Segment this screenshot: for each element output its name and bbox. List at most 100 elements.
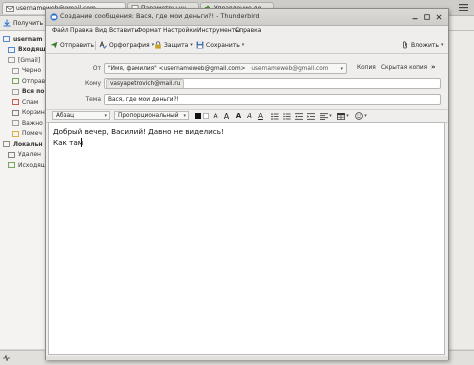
get-mail-button[interactable]: Получить [3,19,43,27]
maximize-icon [424,13,430,20]
from-selector[interactable]: "Имя, фамилия" <usernameweb@gmail.com> u… [104,63,347,74]
indent-button[interactable] [306,111,316,121]
align-button[interactable]: ▾ [319,111,333,121]
inbox-icon [8,46,15,53]
chevron-down-icon: ▾ [364,113,367,119]
paragraph-format-select[interactable]: Абзац ▾ [52,111,110,120]
emoticon-button[interactable]: ▾ [354,111,368,121]
subject-label: Тема [85,96,101,103]
align-left-icon [320,112,329,120]
font-family-select[interactable]: Пропорциональный ▾ [114,111,189,120]
save-button[interactable]: Сохранить ▾ [196,40,244,50]
italic-icon: A [247,112,252,120]
italic-button[interactable]: A [245,111,254,121]
folder-item-label: Входящ [18,46,46,53]
subject-field[interactable]: Вася, где мои деньги?! [104,94,441,105]
indent-icon [307,112,315,120]
font-smaller-icon: A [213,112,218,120]
compose-status-bar [46,356,448,360]
bold-button[interactable]: A [234,111,243,121]
menu-options[interactable]: Настройки [163,27,197,34]
menu-insert[interactable]: Вставить [109,27,138,34]
to-recipient-pill[interactable]: vasyapetrovich@mail.ru [106,79,185,88]
from-label: От [92,65,101,72]
folder-item[interactable]: Вся по [0,87,47,97]
folder-item[interactable]: Удален [0,150,47,160]
attach-button[interactable]: Вложить ▾ [401,40,443,50]
numbered-list-button[interactable] [282,111,292,121]
main-menu-button[interactable] [455,2,471,12]
send-button[interactable]: Отправить [50,40,94,50]
text-color-button[interactable] [194,111,201,121]
menu-file[interactable]: Файл [52,27,69,34]
menu-edit[interactable]: Правка [70,27,93,34]
numbered-list-icon [283,112,291,120]
folder-item[interactable]: Спам [0,97,47,107]
message-body-editor[interactable]: Добрый вечер, Василий! Давно не виделись… [48,122,445,355]
hamburger-icon [458,3,468,11]
smiley-icon [355,112,363,120]
envelope-icon [6,5,14,12]
more-headers-icon[interactable]: » [431,63,436,71]
menu-tools[interactable]: Инструменты [197,27,240,34]
font-larger-button[interactable]: A [222,111,231,121]
account-icon [3,36,10,42]
folder-item[interactable]: Корзин [0,108,47,118]
bullet-list-button[interactable] [270,111,280,121]
outdent-button[interactable] [294,111,304,121]
cc-link[interactable]: Копия [357,65,376,71]
folder-item-label: [Gmail] [18,56,41,64]
attach-dropdown-icon[interactable]: ▾ [441,42,444,48]
bcc-link[interactable]: Скрытая копия [381,65,427,71]
subject-value: Вася, где мои деньги?! [108,97,179,103]
format-toolbar: Абзац ▾ Пропорциональный ▾ A A A A A ▾ ▾… [46,109,448,123]
font-smaller-button[interactable]: A [211,111,220,121]
save-dropdown-icon[interactable]: ▾ [242,42,245,48]
folder-icon [8,57,15,63]
minimize-button[interactable] [410,12,420,21]
to-field[interactable]: vasyapetrovich@mail.ru [104,78,441,89]
close-icon [436,13,442,20]
outbox-icon [8,162,15,168]
trash-icon [8,151,15,158]
underline-button[interactable]: A [256,111,265,121]
menu-view[interactable]: Вид [95,27,107,34]
download-icon [3,19,11,27]
thunderbird-logo-icon [50,13,58,21]
folder-item[interactable]: Помеч [0,129,47,139]
folder-item[interactable]: usernam [0,34,47,44]
chevron-down-icon: ▾ [104,113,107,119]
close-button[interactable] [434,12,444,21]
folder-item[interactable]: Входящ [0,45,47,55]
chevron-down-icon: ▾ [346,113,349,119]
lock-icon [155,41,161,49]
menu-help[interactable]: Справка [235,27,261,34]
star-icon [12,130,19,137]
chevron-down-icon: ▾ [183,113,186,119]
folder-item-label: Черно [22,67,42,74]
sent-icon [12,78,19,84]
folder-item[interactable]: Черно [0,66,47,76]
insert-button[interactable]: ▾ [336,111,350,121]
security-button[interactable]: Защита ▾ [154,40,193,50]
compose-window: Создание сообщения: Вася, где мои деньги… [45,8,449,360]
folder-item-label: usernam [13,35,43,43]
folder-item-label: Корзин [22,109,45,116]
folder-icon [12,120,19,126]
from-account: usernameweb@gmail.com [251,66,329,72]
insert-table-icon [337,112,346,120]
maximize-button[interactable] [422,12,432,21]
security-dropdown-icon[interactable]: ▾ [190,42,193,48]
attach-label: Вложить [411,41,439,49]
chevron-down-icon: ▾ [329,113,332,119]
body-line-question: Как там [53,138,84,147]
folder-item[interactable]: [Gmail] [0,55,47,65]
from-dropdown-icon: ▾ [340,66,343,72]
folder-item[interactable]: Исходящ [0,160,47,170]
folder-item[interactable]: Важно [0,118,47,128]
background-color-button[interactable] [202,111,209,121]
menu-format[interactable]: Формат [137,27,161,34]
folder-item[interactable]: Локальн [0,139,47,149]
folder-item[interactable]: Отправ [0,76,47,86]
spelling-button[interactable]: Орфография ▾ [99,40,154,50]
